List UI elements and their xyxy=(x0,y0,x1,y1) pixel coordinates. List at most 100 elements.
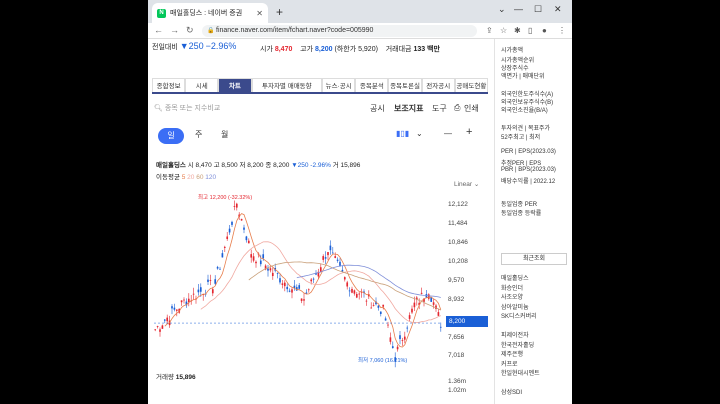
zoom-in-icon[interactable]: + xyxy=(466,126,472,138)
reload-icon[interactable]: ↻ xyxy=(186,25,194,36)
tab-5[interactable]: 종목분석 xyxy=(355,78,389,92)
tab-0[interactable]: 종합정보 xyxy=(152,78,186,92)
chevron-down-icon[interactable]: ⌄ xyxy=(416,129,423,138)
sidepanel-icon[interactable]: ▯ xyxy=(528,26,532,35)
price-chart[interactable] xyxy=(154,190,444,368)
y-tick: 12,122 xyxy=(448,201,468,208)
tab-8[interactable]: 공매도현황 xyxy=(454,78,488,92)
candle xyxy=(324,257,327,259)
sidebar-label: 시가총액 xyxy=(501,48,524,54)
candle xyxy=(255,261,257,264)
tab-3[interactable]: 투자자별 매매동향 xyxy=(251,78,323,92)
candle xyxy=(259,260,262,265)
candle xyxy=(331,252,334,254)
sidebar-label: PBR | BPS(2023.03) xyxy=(501,167,556,173)
sidebar-label: 액면가 | 매매단위 xyxy=(501,74,545,80)
tab-6[interactable]: 종목토론실 xyxy=(388,78,422,92)
period-week[interactable]: 주 xyxy=(195,129,202,140)
new-tab-icon[interactable]: + xyxy=(276,5,283,19)
back-icon[interactable]: ← xyxy=(154,25,163,35)
vol-tick: 1.02m xyxy=(448,387,467,394)
candle-type-icon[interactable]: ▮▯▮ xyxy=(396,129,409,138)
chevron-down-icon[interactable]: ⌄ xyxy=(498,4,506,15)
info-open: 시 8,470 xyxy=(187,162,212,169)
share-icon[interactable]: ⇪ xyxy=(486,26,493,35)
recent-item[interactable]: 한일현대시멘트 xyxy=(501,368,540,377)
tool-indicators[interactable]: 보조지표 xyxy=(394,103,423,114)
candle xyxy=(312,278,315,280)
info-change: ▼250 -2.96% xyxy=(291,162,331,169)
browser-tab[interactable]: N 매일홀딩스 : 네이버 증권 ✕ xyxy=(152,3,268,23)
recent-item[interactable]: 커프로 xyxy=(501,359,518,368)
price-stats: 시가 8,470 고가 8,200 (하한가 5,920) 거래대금 133 백… xyxy=(260,44,440,54)
candle xyxy=(310,279,313,282)
profile-avatar-icon[interactable]: ● xyxy=(542,26,547,35)
url-field[interactable]: 🔒 finance.naver.com/item/fchart.naver?cod… xyxy=(202,25,477,37)
recent-item[interactable]: SK디스커버리 xyxy=(501,311,537,320)
close-tab-icon[interactable]: ✕ xyxy=(256,9,263,18)
tool-draw[interactable]: 도구 xyxy=(432,103,447,114)
recent-item[interactable]: 매일홀딩스 xyxy=(501,273,529,282)
tab-7[interactable]: 전자공시 xyxy=(421,78,455,92)
period-month[interactable]: 월 xyxy=(221,129,228,140)
candle xyxy=(267,268,269,271)
scale-select[interactable]: Linear ⌄ xyxy=(454,180,479,188)
prev-change: ▼250 xyxy=(179,41,204,51)
candle xyxy=(384,318,387,321)
menu-icon[interactable]: ⋮ xyxy=(558,26,566,35)
candle xyxy=(391,346,394,349)
tab-4[interactable]: 뉴스·공시 xyxy=(322,78,356,92)
candle xyxy=(382,304,385,307)
forward-icon[interactable]: → xyxy=(170,25,179,35)
candle xyxy=(207,279,209,282)
candle xyxy=(334,256,337,258)
candle xyxy=(175,309,178,311)
tab-2[interactable]: 차트 xyxy=(218,78,252,92)
recent-item[interactable]: 제주은행 xyxy=(501,349,523,358)
recent-item[interactable]: 삼성SDI xyxy=(501,387,522,396)
candle xyxy=(156,326,159,327)
candle xyxy=(250,254,253,258)
stock-name: 매일홀딩스 xyxy=(156,162,186,169)
close-window-icon[interactable]: ✕ xyxy=(554,4,562,15)
candle xyxy=(389,337,392,342)
tool-print[interactable]: 인쇄 xyxy=(464,103,479,114)
tab-1[interactable]: 시세 xyxy=(185,78,219,92)
candle xyxy=(329,245,332,251)
maximize-icon[interactable]: ☐ xyxy=(534,4,542,15)
print-icon[interactable]: ⎙ xyxy=(454,103,460,113)
ma120: 120 xyxy=(205,174,217,181)
candle xyxy=(159,329,161,332)
lock-icon: 🔒 xyxy=(207,28,215,34)
ma5: 5 xyxy=(181,174,186,181)
y-tick: 7,018 xyxy=(448,352,465,359)
minimize-icon[interactable]: — xyxy=(514,4,523,14)
volume-label-row: 거래량 15,896 xyxy=(156,371,196,381)
candle xyxy=(233,205,236,207)
compare-search[interactable]: 🔍︎ 종목 또는 지수비교 xyxy=(154,103,220,113)
recent-item[interactable]: 화승인더 xyxy=(501,283,523,292)
info-low: 저 8,200 xyxy=(239,162,264,169)
candle xyxy=(427,294,430,299)
ohlc-info: 매일홀딩스 시 8,470 고 8,500 저 8,200 종 8,200 ▼2… xyxy=(156,159,360,169)
candle xyxy=(411,308,413,313)
recent-item[interactable]: 피제이전자 xyxy=(501,330,529,339)
sidebar-label: 배당수익률 | 2022.12 xyxy=(501,179,556,185)
candle xyxy=(281,283,284,285)
candle xyxy=(319,267,322,272)
bookmark-star-icon[interactable]: ☆ xyxy=(500,26,507,35)
tool-disclosure[interactable]: 공시 xyxy=(370,103,385,114)
recent-item[interactable]: 사조오양 xyxy=(501,292,523,301)
recent-item[interactable]: 삼아알미늄 xyxy=(501,302,529,311)
extensions-icon[interactable]: ✱ xyxy=(514,26,521,35)
sidebar-label: 추정PER | EPS xyxy=(501,161,542,167)
moving-average-line xyxy=(248,261,441,311)
zoom-out-icon[interactable]: — xyxy=(444,129,452,138)
recent-item[interactable]: 한국전자홀딩 xyxy=(501,340,534,349)
moving-average-line xyxy=(164,213,442,348)
current-price-tag: 8,200 xyxy=(446,316,488,327)
candle xyxy=(173,307,176,310)
candle xyxy=(214,279,217,284)
candle xyxy=(243,227,245,230)
period-day[interactable]: 일 xyxy=(158,128,184,144)
